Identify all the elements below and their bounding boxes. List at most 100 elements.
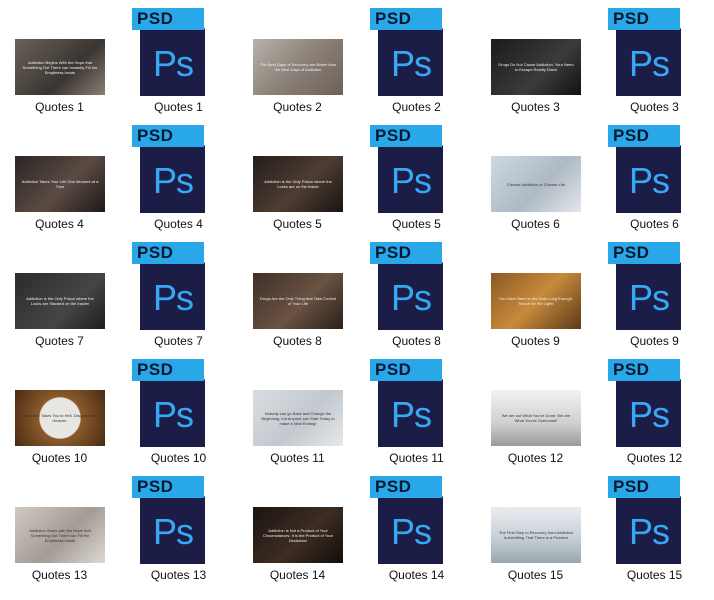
psd-file-item[interactable]: PSD Ps Quotes 10 (119, 351, 238, 468)
file-name-label: Quotes 2 (273, 100, 322, 114)
image-file-item[interactable]: Addiction Starts with the Hope that Some… (0, 468, 119, 585)
ps-letters: Ps (153, 160, 194, 201)
ps-letters: Ps (153, 277, 194, 318)
image-thumbnail: Choose Addiction or Choose Life (491, 156, 581, 212)
psd-file-item[interactable]: PSD Ps Quotes 1 (119, 0, 238, 117)
psd-file-icon: PSD Ps (608, 242, 698, 332)
ps-letters: Ps (629, 394, 670, 435)
thumbnail-caption: Drugs Are the Only Thing that Take Contr… (259, 296, 337, 306)
psd-file-item[interactable]: PSD Ps Quotes 11 (357, 351, 476, 468)
psd-file-item[interactable]: PSD Ps Quotes 6 (595, 117, 714, 234)
thumbnail-caption: You Have Been in the Dark Long Enough. R… (498, 296, 574, 306)
file-name-label: Quotes 5 (273, 217, 322, 231)
psd-file-item[interactable]: PSD Ps Quotes 13 (119, 468, 238, 585)
psd-badge: PSD (370, 242, 442, 264)
psd-file-item[interactable]: PSD Ps Quotes 15 (595, 468, 714, 585)
file-name-label: Quotes 15 (626, 568, 683, 582)
psd-file-icon: PSD Ps (132, 242, 222, 332)
image-thumbnail: You Have Been in the Dark Long Enough. R… (491, 273, 581, 329)
file-name-label: Quotes 14 (388, 568, 445, 582)
psd-file-icon: PSD Ps (370, 242, 460, 332)
psd-badge: PSD (608, 476, 680, 498)
psd-file-item[interactable]: PSD Ps Quotes 2 (357, 0, 476, 117)
psd-file-item[interactable]: PSD Ps Quotes 9 (595, 234, 714, 351)
image-thumbnail: The First Step to Recovery from Addictio… (491, 507, 581, 563)
file-name-label: Quotes 1 (154, 100, 203, 114)
thumbnail-caption: Addiction Takes You to Hell, Disguised a… (23, 413, 97, 423)
image-file-item[interactable]: Addiction Takes Your Life One Moment at … (0, 117, 119, 234)
image-thumbnail: We are not What You've Done, We are What… (491, 390, 581, 446)
ps-letters: Ps (153, 511, 194, 552)
file-name-label: Quotes 13 (31, 568, 88, 582)
image-file-item[interactable]: Drugs Are the Only Thing that Take Contr… (238, 234, 357, 351)
psd-file-icon: PSD Ps (370, 476, 460, 566)
file-name-label: Quotes 10 (31, 451, 88, 465)
psd-file-icon: PSD Ps (132, 476, 222, 566)
image-file-item[interactable]: Addiction Begins With the Hope that Some… (0, 0, 119, 117)
image-file-item[interactable]: Addiction is the Only Prison where the L… (0, 234, 119, 351)
image-file-item[interactable]: Drugs Do Not Cause Addiction. Your Need … (476, 0, 595, 117)
thumbnail-caption: Addiction Takes Your Life One Moment at … (21, 179, 99, 189)
image-thumbnail: Drugs Do Not Cause Addiction. Your Need … (491, 39, 581, 95)
psd-file-icon: PSD Ps (608, 359, 698, 449)
psd-file-icon: PSD Ps (370, 8, 460, 98)
psd-file-icon: PSD Ps (132, 359, 222, 449)
image-file-item[interactable]: The First Step to Recovery from Addictio… (476, 468, 595, 585)
image-file-item[interactable]: Nobody can go Back and Change the Beginn… (238, 351, 357, 468)
psd-file-item[interactable]: PSD Ps Quotes 4 (119, 117, 238, 234)
image-file-item[interactable]: We are not What You've Done, We are What… (476, 351, 595, 468)
image-file-item[interactable]: You Have Been in the Dark Long Enough. R… (476, 234, 595, 351)
image-thumbnail: Drugs Are the Only Thing that Take Contr… (253, 273, 343, 329)
file-name-label: Quotes 6 (630, 217, 679, 231)
file-name-label: Quotes 6 (511, 217, 560, 231)
psd-file-item[interactable]: PSD Ps Quotes 14 (357, 468, 476, 585)
image-file-item[interactable]: Choose Addiction or Choose Life Quotes 6 (476, 117, 595, 234)
ps-letters: Ps (629, 277, 670, 318)
thumbnail-caption: Addiction is Not a Product of Your Circu… (262, 527, 334, 543)
ps-letters: Ps (153, 43, 194, 84)
psd-file-item[interactable]: PSD Ps Quotes 12 (595, 351, 714, 468)
thumbnail-caption: Addiction is the Only Prison where the L… (26, 296, 94, 306)
image-thumbnail: Addiction is the Only Prison where the L… (15, 273, 105, 329)
psd-badge: PSD (370, 8, 442, 30)
thumbnail-caption: Addiction Begins With the Hope that Some… (22, 59, 98, 75)
ps-letters: Ps (629, 511, 670, 552)
thumbnail-caption: The First Step to Recovery from Addictio… (498, 530, 574, 540)
file-name-label: Quotes 9 (630, 334, 679, 348)
psd-file-item[interactable]: PSD Ps Quotes 5 (357, 117, 476, 234)
file-name-label: Quotes 11 (270, 451, 325, 465)
file-name-label: Quotes 4 (35, 217, 84, 231)
psd-file-icon: PSD Ps (132, 8, 222, 98)
file-name-label: Quotes 3 (511, 100, 560, 114)
psd-badge: PSD (608, 242, 680, 264)
image-file-item[interactable]: Addiction is the Only Prison where the L… (238, 117, 357, 234)
image-thumbnail: Nobody can go Back and Change the Beginn… (253, 390, 343, 446)
psd-file-icon: PSD Ps (370, 359, 460, 449)
file-name-label: Quotes 11 (389, 451, 444, 465)
psd-file-item[interactable]: PSD Ps Quotes 7 (119, 234, 238, 351)
thumbnail-caption: The Best Days of Recovery are Better tha… (259, 62, 337, 72)
file-name-label: Quotes 14 (269, 568, 326, 582)
psd-badge: PSD (608, 8, 680, 30)
file-name-label: Quotes 15 (507, 568, 564, 582)
ps-letters: Ps (391, 43, 432, 84)
image-file-item[interactable]: Addiction is Not a Product of Your Circu… (238, 468, 357, 585)
image-thumbnail: Addiction Takes You to Hell, Disguised a… (15, 390, 105, 446)
file-name-label: Quotes 2 (392, 100, 441, 114)
file-name-label: Quotes 10 (150, 451, 207, 465)
image-file-item[interactable]: The Best Days of Recovery are Better tha… (238, 0, 357, 117)
file-name-label: Quotes 4 (154, 217, 203, 231)
psd-badge: PSD (370, 125, 442, 147)
ps-letters: Ps (391, 394, 432, 435)
thumbnail-caption: Addiction Starts with the Hope that Some… (29, 527, 91, 543)
image-thumbnail: Addiction Starts with the Hope that Some… (15, 507, 105, 563)
thumbnail-caption: Drugs Do Not Cause Addiction. Your Need … (498, 62, 574, 72)
psd-badge: PSD (370, 476, 442, 498)
psd-badge: PSD (132, 125, 204, 147)
psd-file-icon: PSD Ps (132, 125, 222, 215)
image-file-item[interactable]: Addiction Takes You to Hell, Disguised a… (0, 351, 119, 468)
psd-file-item[interactable]: PSD Ps Quotes 3 (595, 0, 714, 117)
thumbnail-caption: We are not What You've Done, We are What… (501, 413, 571, 423)
ps-letters: Ps (629, 160, 670, 201)
psd-file-item[interactable]: PSD Ps Quotes 8 (357, 234, 476, 351)
